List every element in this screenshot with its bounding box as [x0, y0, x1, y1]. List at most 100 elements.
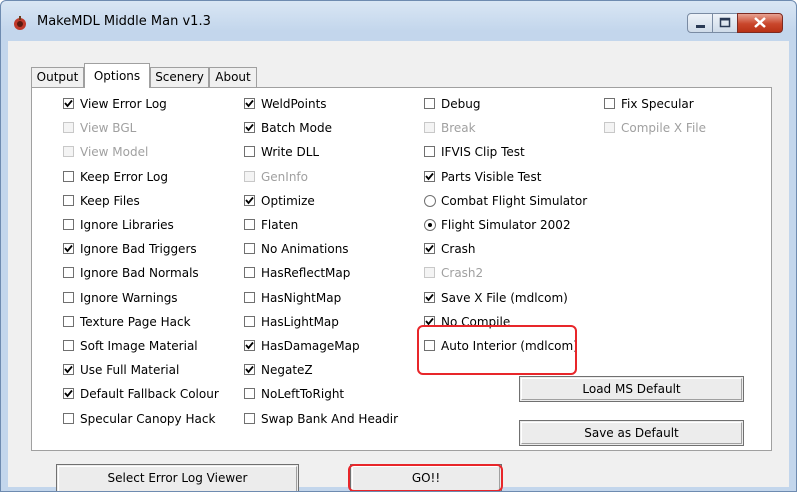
checkbox-indicator[interactable] [63, 98, 74, 109]
checkbox-indicator[interactable] [63, 292, 74, 303]
radio-dot-icon [428, 223, 432, 227]
tab-scenery[interactable]: Scenery [150, 67, 209, 87]
option-label: View Model [80, 145, 149, 159]
tab-about[interactable]: About [209, 67, 257, 87]
load-ms-default-button[interactable]: Load MS Default [519, 376, 744, 402]
close-icon [754, 17, 766, 28]
checkbox-indicator[interactable] [63, 413, 74, 424]
checkbox-indicator[interactable] [244, 388, 255, 399]
checkbox-indicator[interactable] [244, 243, 255, 254]
checkbox-indicator[interactable] [63, 243, 74, 254]
checkbox-indicator[interactable] [424, 243, 435, 254]
checkbox-indicator[interactable] [63, 340, 74, 351]
go-highlight-box [348, 464, 503, 491]
tab-output[interactable]: Output [31, 67, 84, 87]
checkbox-indicator[interactable] [244, 413, 255, 424]
checkbox-indicator[interactable] [244, 340, 255, 351]
checkbox-indicator[interactable] [424, 267, 435, 278]
maximize-icon [719, 17, 731, 28]
option-label: Ignore Bad Normals [80, 266, 199, 280]
option-label: GenInfo [261, 170, 308, 184]
option-label: Compile X File [621, 121, 707, 135]
option-label: Break [441, 121, 476, 135]
checkbox-indicator[interactable] [424, 98, 435, 109]
option-label: Optimize [261, 194, 315, 208]
radio-indicator[interactable] [424, 195, 436, 207]
app-icon [14, 16, 26, 30]
title-bar[interactable]: MakeMDL Middle Man v1.3 [1, 1, 796, 41]
checkbox-indicator[interactable] [63, 316, 74, 327]
highlight-box [417, 325, 577, 375]
option-label: NegateZ [261, 363, 313, 377]
option-label: Crash [441, 242, 476, 256]
option-label: No Animations [261, 242, 349, 256]
checkbox-indicator[interactable] [244, 171, 255, 182]
app-window: MakeMDL Middle Man v1.3 Output Options S… [0, 0, 797, 492]
load-ms-default-label: Load MS Default [582, 382, 681, 396]
checkbox-indicator[interactable] [424, 292, 435, 303]
option-label: Save X File (mdlcom) [441, 291, 568, 305]
checkbox-indicator[interactable] [244, 146, 255, 157]
option-label: WeldPoints [261, 97, 327, 111]
close-button[interactable] [737, 13, 783, 33]
option-label: HasDamageMap [261, 339, 360, 353]
checkbox-indicator[interactable] [244, 122, 255, 133]
minimize-button[interactable] [687, 13, 713, 33]
checkbox-indicator[interactable] [244, 219, 255, 230]
checkbox-indicator[interactable] [63, 388, 74, 399]
option-label: Ignore Libraries [80, 218, 174, 232]
option-label: Fix Specular [621, 97, 694, 111]
checkbox-indicator[interactable] [244, 316, 255, 327]
radio-indicator[interactable] [424, 219, 436, 231]
checkbox-indicator[interactable] [63, 122, 74, 133]
option-label: View Error Log [80, 97, 167, 111]
checkbox-indicator[interactable] [604, 122, 615, 133]
option-label: Ignore Warnings [80, 291, 178, 305]
option-label: Debug [441, 97, 481, 111]
option-label: Batch Mode [261, 121, 333, 135]
option-label: Texture Page Hack [80, 315, 191, 329]
tab-options[interactable]: Options [84, 63, 150, 88]
option-label: Specular Canopy Hack [80, 412, 216, 426]
option-label: View BGL [80, 121, 137, 135]
checkbox-indicator[interactable] [63, 267, 74, 278]
option-label: HasNightMap [261, 291, 342, 305]
checkbox-indicator[interactable] [244, 292, 255, 303]
option-label: Combat Flight Simulator [441, 194, 588, 208]
option-label: HasLightMap [261, 315, 339, 329]
checkbox-indicator[interactable] [244, 98, 255, 109]
option-label: Soft Image Material [80, 339, 198, 353]
option-label: Use Full Material [80, 363, 180, 377]
checkbox-indicator[interactable] [424, 122, 435, 133]
option-label: Keep Error Log [80, 170, 168, 184]
option-label: Parts Visible Test [441, 170, 542, 184]
minimize-icon [696, 25, 705, 28]
checkbox-indicator[interactable] [63, 146, 74, 157]
checkbox-indicator[interactable] [424, 171, 435, 182]
option-label: HasReflectMap [261, 266, 351, 280]
option-label: Crash2 [441, 266, 484, 280]
option-label: Ignore Bad Triggers [80, 242, 197, 256]
option-label: Default Fallback Colour [80, 387, 219, 401]
option-label: Flaten [261, 218, 299, 232]
save-as-default-label: Save as Default [584, 426, 679, 440]
checkbox-indicator[interactable] [424, 146, 435, 157]
maximize-button[interactable] [712, 13, 738, 33]
checkbox-indicator[interactable] [244, 267, 255, 278]
save-as-default-button[interactable]: Save as Default [519, 420, 744, 446]
option-label: Keep Files [80, 194, 140, 208]
option-label: Swap Bank And Headir [261, 412, 399, 426]
checkbox-indicator[interactable] [604, 98, 615, 109]
checkbox-indicator[interactable] [63, 171, 74, 182]
option-label: NoLeftToRight [261, 387, 345, 401]
checkbox-indicator[interactable] [244, 364, 255, 375]
options-panel: View Error Log View BGL View Model Keep Err… [31, 87, 772, 451]
checkbox-indicator[interactable] [63, 219, 74, 230]
window-title: MakeMDL Middle Man v1.3 [37, 14, 211, 29]
select-error-log-viewer-button[interactable]: Select Error Log Viewer [56, 464, 299, 491]
checkbox-indicator[interactable] [63, 195, 74, 206]
checkbox-indicator[interactable] [63, 364, 74, 375]
option-label: Write DLL [261, 145, 320, 159]
checkbox-indicator[interactable] [244, 195, 255, 206]
option-label: Flight Simulator 2002 [441, 218, 571, 232]
